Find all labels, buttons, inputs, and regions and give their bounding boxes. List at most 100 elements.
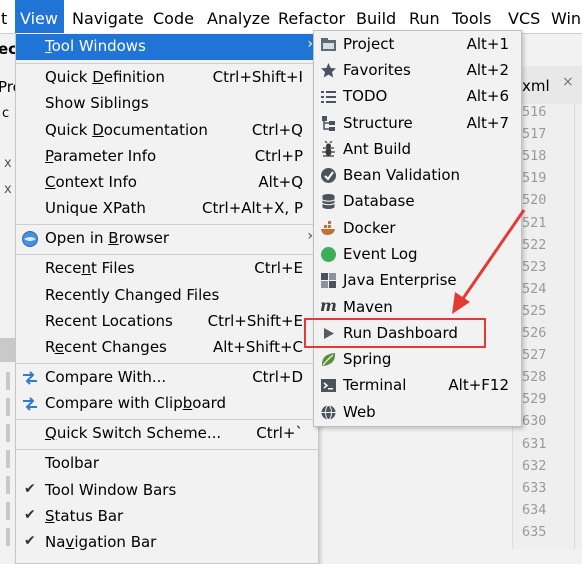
menu-item-label: Parameter Info bbox=[45, 147, 157, 165]
tool-item-label: Web bbox=[343, 403, 376, 421]
menu-analyze[interactable]: Analyze bbox=[202, 0, 276, 33]
shortcut-label: Alt+F12 bbox=[448, 376, 509, 394]
line-number: 525 bbox=[522, 302, 547, 319]
tool-item-java-enterprise[interactable]: Java Enterprise bbox=[314, 268, 521, 294]
tool-item-label: Structure bbox=[343, 114, 413, 132]
line-number: 521 bbox=[522, 214, 547, 231]
line-number: 529 bbox=[522, 391, 547, 408]
close-mark-fragment-2[interactable]: x bbox=[4, 182, 12, 197]
compare-arrows-icon bbox=[23, 371, 37, 385]
project-folder-icon bbox=[321, 38, 336, 51]
menu-item-toolbar[interactable]: Toolbar bbox=[16, 451, 318, 477]
shortcut-label: Alt+7 bbox=[466, 114, 509, 132]
tool-item-label: TODO bbox=[343, 87, 388, 105]
menu-item-label: Status Bar bbox=[45, 507, 124, 525]
menu-refactor[interactable]: Refactor bbox=[273, 0, 351, 33]
menu-item-tool-windows[interactable]: Tool Windows › bbox=[16, 34, 318, 60]
tool-item-project[interactable]: Project Alt+1 bbox=[314, 32, 521, 58]
docker-icon bbox=[321, 221, 335, 235]
menu-item-unique-xpath[interactable]: Unique XPath Ctrl+Alt+X, P bbox=[16, 196, 318, 222]
menu-item-recent-changes[interactable]: Recent Changes Alt+Shift+C bbox=[16, 335, 318, 361]
menu-item-recent-locations[interactable]: Recent Locations Ctrl+Shift+E bbox=[16, 309, 318, 335]
menu-separator bbox=[16, 419, 318, 420]
tool-item-label: Favorites bbox=[343, 61, 411, 79]
close-mark-fragment[interactable]: x bbox=[4, 156, 12, 171]
menu-item-show-siblings[interactable]: Show Siblings bbox=[16, 91, 318, 117]
shortcut-label: Alt+1 bbox=[466, 35, 509, 53]
menu-separator bbox=[16, 224, 318, 225]
line-number: 632 bbox=[522, 457, 547, 474]
shortcut-label: Ctrl+P bbox=[254, 147, 303, 165]
bean-icon bbox=[321, 168, 336, 183]
tool-item-terminal[interactable]: Terminal Alt+F12 bbox=[314, 373, 521, 399]
menu-view[interactable]: View bbox=[15, 0, 64, 33]
view-menu: Tool Windows › Quick Definition Ctrl+Shi… bbox=[15, 33, 319, 564]
tool-item-label: Maven bbox=[343, 298, 393, 316]
menu-item-context-info[interactable]: Context Info Alt+Q bbox=[16, 170, 318, 196]
line-number: 630 bbox=[522, 413, 547, 430]
menu-item-label: Recent Files bbox=[45, 259, 135, 277]
tool-item-ant-build[interactable]: Ant Build bbox=[314, 137, 521, 163]
menu-item-compare-with-clipboard[interactable]: Compare with Clipboard bbox=[16, 391, 318, 417]
menu-item-compare-with[interactable]: Compare With... Ctrl+D bbox=[16, 365, 318, 391]
menu-code[interactable]: Code bbox=[148, 0, 200, 33]
tool-item-label: Ant Build bbox=[343, 140, 412, 158]
tool-item-todo[interactable]: TODO Alt+6 bbox=[314, 84, 521, 110]
tool-item-label: Event Log bbox=[343, 245, 418, 263]
web-globe-icon bbox=[321, 405, 336, 420]
menu-item-navigation-bar[interactable]: ✔ Navigation Bar bbox=[16, 530, 318, 556]
menu-separator bbox=[16, 63, 318, 64]
menu-item-recent-files[interactable]: Recent Files Ctrl+E bbox=[16, 256, 318, 282]
menu-item-quick-switch-scheme[interactable]: Quick Switch Scheme... Ctrl+` bbox=[16, 421, 318, 447]
menu-build[interactable]: Build bbox=[351, 0, 402, 33]
line-number: 528 bbox=[522, 369, 547, 386]
menu-item-open-in-browser[interactable]: Open in Browser › bbox=[16, 226, 318, 252]
line-number: 635 bbox=[522, 523, 547, 540]
database-icon bbox=[322, 194, 335, 209]
line-number-gutter: 516 517 518 519 520 521 522 523 524 525 526 527 528 5… bbox=[512, 104, 582, 549]
menu-item-label: Quick Switch Scheme... bbox=[45, 424, 222, 442]
tool-item-database[interactable]: Database bbox=[314, 189, 521, 215]
tool-item-structure[interactable]: Structure Alt+7 bbox=[314, 111, 521, 137]
line-number: 631 bbox=[522, 435, 547, 452]
menu-tools[interactable]: Tools bbox=[447, 0, 497, 33]
tool-item-event-log[interactable]: Event Log bbox=[314, 242, 521, 268]
close-tab-icon[interactable]: × bbox=[562, 74, 574, 90]
menu-bar: t View Navigate Code Analyze Refactor Bu… bbox=[0, 0, 582, 34]
menu-item-label: Toolbar bbox=[45, 454, 100, 472]
line-number: 522 bbox=[522, 236, 547, 253]
menu-item-status-bar[interactable]: ✔ Status Bar bbox=[16, 504, 318, 530]
tool-item-bean-validation[interactable]: Bean Validation bbox=[314, 163, 521, 189]
terminal-icon bbox=[321, 379, 336, 392]
tool-item-web[interactable]: Web bbox=[314, 400, 521, 426]
tool-item-label: Terminal bbox=[343, 376, 407, 394]
menu-item-quick-definition[interactable]: Quick Definition Ctrl+Shift+I bbox=[16, 65, 318, 91]
tool-item-label: Spring bbox=[343, 350, 392, 368]
menu-navigate[interactable]: Navigate bbox=[67, 0, 150, 33]
line-number: 526 bbox=[522, 325, 547, 341]
menu-window-fragment[interactable]: Win bbox=[546, 0, 582, 33]
menu-item-tool-window-bars[interactable]: ✔ Tool Window Bars bbox=[16, 478, 318, 504]
tool-item-favorites[interactable]: Favorites Alt+2 bbox=[314, 58, 521, 84]
shortcut-label: Ctrl+` bbox=[256, 424, 303, 442]
menu-run[interactable]: Run bbox=[404, 0, 446, 33]
menu-item-quick-documentation[interactable]: Quick Documentation Ctrl+Q bbox=[16, 118, 318, 144]
menu-vcs[interactable]: VCS bbox=[503, 0, 546, 33]
menu-item-label: Tool Windows bbox=[45, 37, 146, 55]
menu-item-parameter-info[interactable]: Parameter Info Ctrl+P bbox=[16, 144, 318, 170]
left-toolbar-marker bbox=[6, 476, 10, 494]
menu-item-label: Show Siblings bbox=[45, 94, 149, 112]
line-number: 634 bbox=[522, 501, 547, 518]
menu-separator bbox=[16, 254, 318, 255]
todo-list-icon bbox=[321, 91, 336, 103]
editor-tab-xml[interactable]: xml bbox=[522, 77, 550, 95]
line-number: 520 bbox=[522, 192, 547, 209]
tool-item-docker[interactable]: Docker bbox=[314, 216, 521, 242]
tool-item-spring[interactable]: Spring bbox=[314, 347, 521, 373]
java-enterprise-icon bbox=[321, 273, 336, 288]
star-icon bbox=[321, 63, 336, 78]
menu-item-recently-changed-files[interactable]: Recently Changed Files bbox=[16, 283, 318, 309]
menu-file-fragment[interactable]: t bbox=[0, 0, 13, 33]
tree-fragment: c bbox=[2, 106, 10, 121]
checkmark-icon: ✔ bbox=[24, 533, 36, 549]
